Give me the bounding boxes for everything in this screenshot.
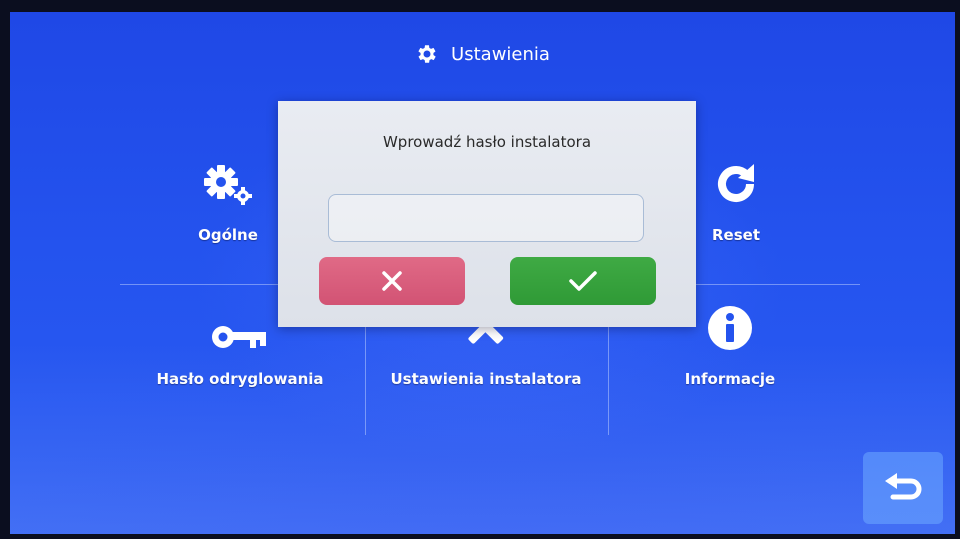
close-icon — [382, 271, 402, 291]
cancel-button[interactable] — [319, 257, 465, 305]
password-input[interactable] — [328, 194, 644, 242]
menu-item-label: Ustawienia instalatora — [390, 370, 582, 388]
menu-item-label: Informacje — [684, 370, 776, 388]
menu-item-label: Hasło odryglowania — [156, 370, 324, 388]
page-title-text: Ustawienia — [451, 43, 550, 65]
back-arrow-icon — [885, 473, 922, 500]
gear-icon — [418, 45, 436, 63]
confirm-button[interactable] — [510, 257, 656, 305]
installer-password-dialog: Wprowadź hasło instalatora — [278, 101, 696, 327]
screen: Ustawienia Ogólne Reset Hasło odryglowan… — [10, 12, 955, 534]
dialog-prompt: Wprowadź hasło instalatora — [382, 133, 592, 151]
back-button[interactable] — [863, 452, 943, 524]
check-icon — [569, 271, 597, 291]
page-title: Ustawienia — [10, 42, 955, 66]
